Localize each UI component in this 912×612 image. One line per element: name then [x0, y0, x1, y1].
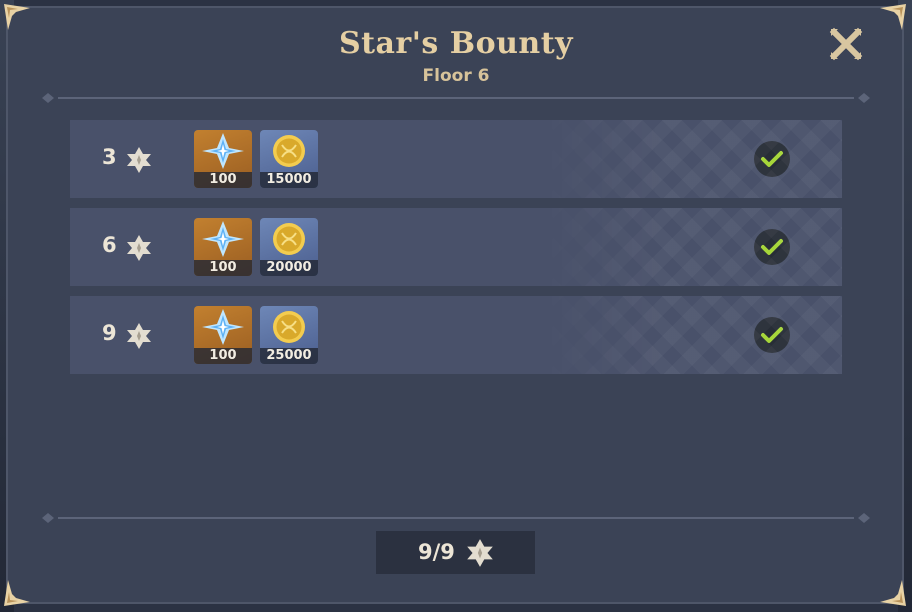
mora-coin-icon — [273, 311, 305, 343]
dialog-title: Star's Bounty — [338, 26, 574, 61]
item-count: 100 — [194, 348, 252, 364]
divider-top — [42, 93, 870, 103]
reward-item-mora[interactable]: 25000 — [260, 306, 318, 364]
mora-coin-icon — [273, 223, 305, 255]
claimed-badge — [754, 141, 790, 177]
abyss-star-icon — [127, 147, 151, 173]
corner-ornament-icon — [4, 580, 30, 606]
checkmark-icon — [761, 151, 783, 167]
reward-list: 3 100 15000 6 100 20000 9 100 25000 — [70, 120, 842, 384]
total-stars-box: 9/9 — [376, 531, 535, 574]
checkmark-icon — [761, 327, 783, 343]
abyss-star-icon — [127, 235, 151, 261]
primogem-icon — [202, 221, 244, 257]
item-count: 100 — [194, 260, 252, 276]
claimed-badge — [754, 229, 790, 265]
item-count: 20000 — [260, 260, 318, 276]
reward-item-primogem[interactable]: 100 — [194, 306, 252, 364]
abyss-star-icon — [127, 323, 151, 349]
stars-required: 3 — [102, 145, 117, 169]
item-count: 15000 — [260, 172, 318, 188]
floor-subtitle: Floor 6 — [422, 66, 490, 86]
reward-item-mora[interactable]: 20000 — [260, 218, 318, 276]
reward-row: 9 100 25000 — [70, 296, 842, 374]
close-button[interactable] — [826, 24, 866, 64]
item-count: 25000 — [260, 348, 318, 364]
abyss-star-icon — [467, 539, 493, 567]
mora-coin-icon — [273, 135, 305, 167]
primogem-icon — [202, 133, 244, 169]
item-count: 100 — [194, 172, 252, 188]
reward-row: 3 100 15000 — [70, 120, 842, 198]
corner-ornament-icon — [880, 580, 906, 606]
reward-item-mora[interactable]: 15000 — [260, 130, 318, 188]
reward-item-primogem[interactable]: 100 — [194, 218, 252, 276]
close-icon — [829, 27, 863, 61]
stars-required: 6 — [102, 233, 117, 257]
reward-item-primogem[interactable]: 100 — [194, 130, 252, 188]
claimed-badge — [754, 317, 790, 353]
checkmark-icon — [761, 239, 783, 255]
stars-required: 9 — [102, 321, 117, 345]
divider-bottom — [42, 513, 870, 523]
reward-row: 6 100 20000 — [70, 208, 842, 286]
total-stars-count: 9/9 — [418, 540, 455, 564]
primogem-icon — [202, 309, 244, 345]
